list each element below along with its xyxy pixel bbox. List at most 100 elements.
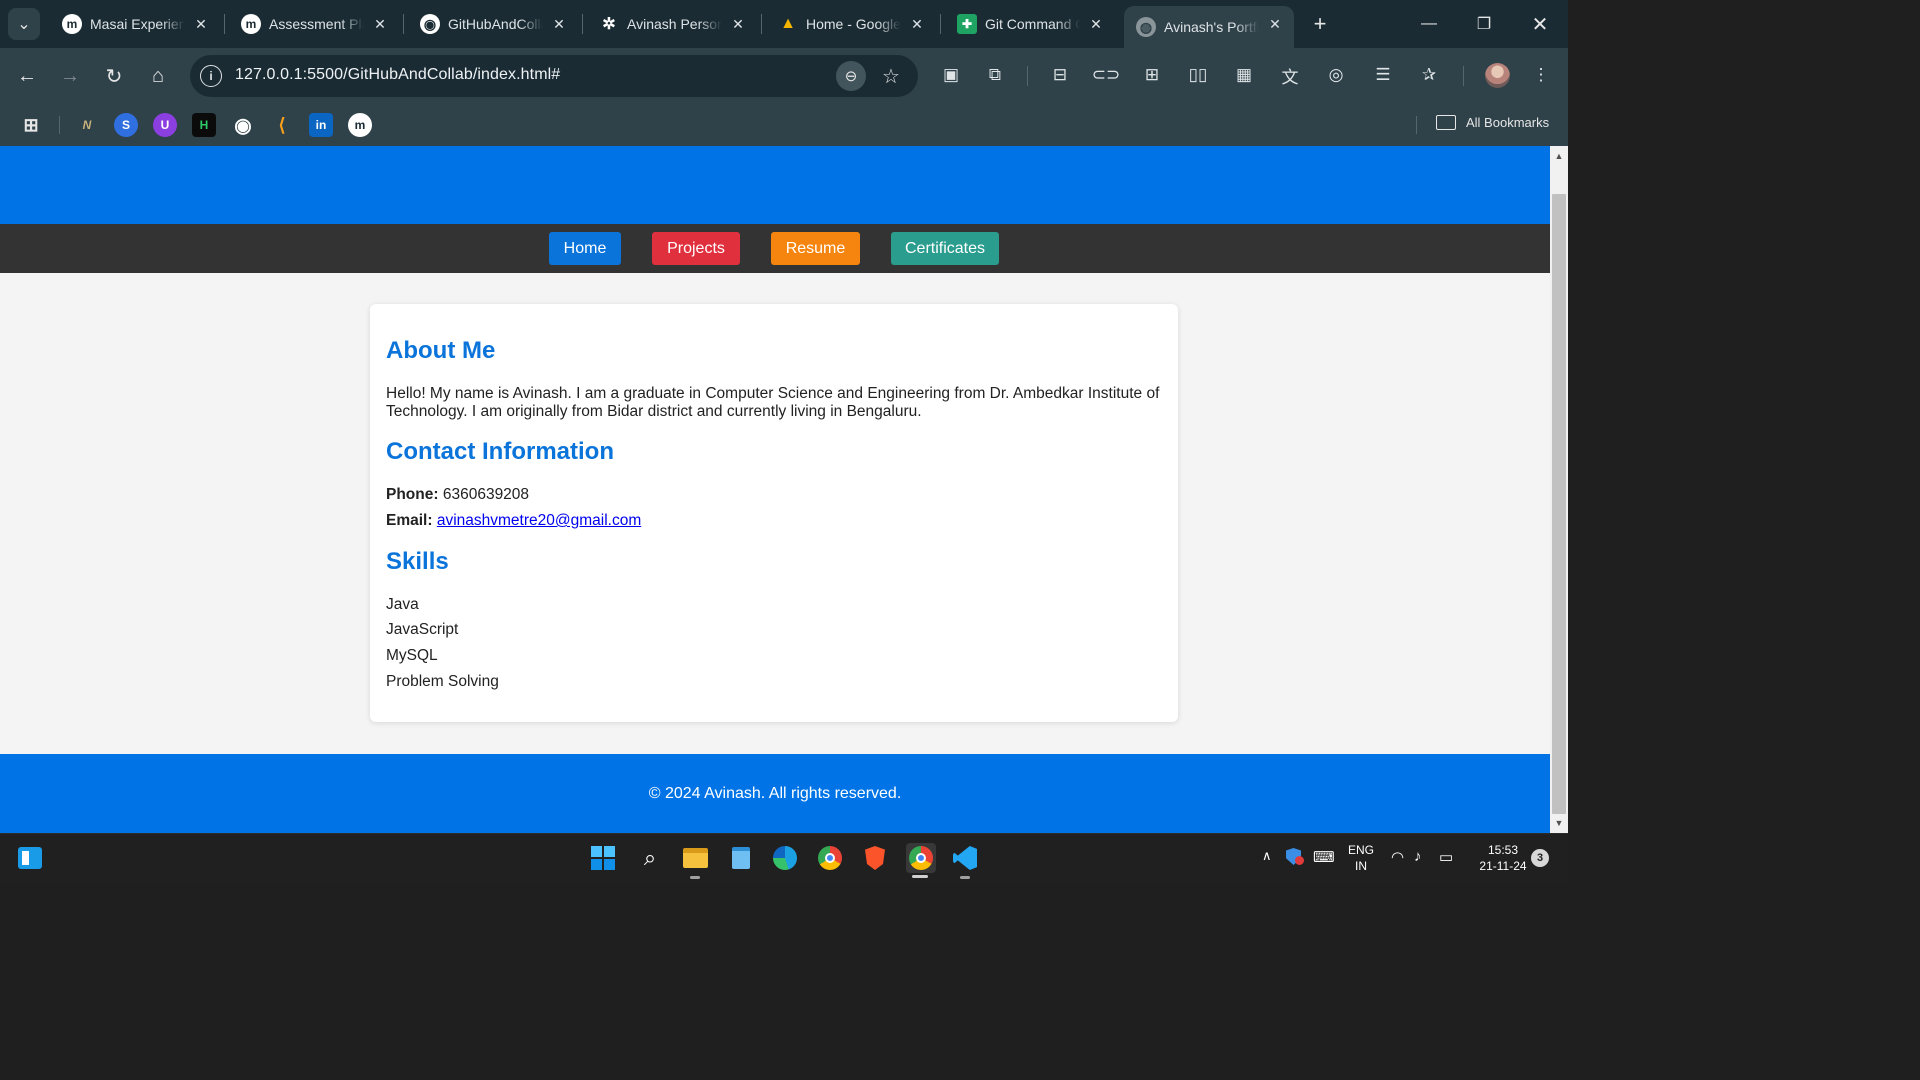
forward-button[interactable]: →: [54, 60, 86, 92]
phone-line: Phone: 6360639208: [386, 486, 529, 504]
tab-divider: [940, 14, 941, 34]
layout-icon[interactable]: ⊞: [1139, 62, 1165, 88]
windows-taskbar: ⌕ ∧ ⌨ ENG IN ◠ ♪ ▭ 15:53 21-11-24 3: [0, 833, 1568, 882]
reading-list-icon[interactable]: ☰: [1370, 62, 1396, 88]
reload-button[interactable]: ↻: [98, 60, 130, 92]
translate-icon[interactable]: 文: [1277, 62, 1303, 88]
close-icon[interactable]: ✕: [908, 15, 926, 33]
about-heading: About Me: [386, 337, 496, 364]
search-icon[interactable]: ⌕: [636, 844, 664, 872]
minimize-button[interactable]: —: [1415, 10, 1443, 38]
notification-badge[interactable]: 3: [1531, 849, 1549, 867]
widgets-icon[interactable]: [16, 844, 44, 872]
window-close-button[interactable]: ✕: [1526, 10, 1554, 38]
profile-avatar[interactable]: [1485, 63, 1510, 88]
nav-resume-button[interactable]: Resume: [771, 232, 860, 265]
email-link[interactable]: avinashvmetre20@gmail.com: [437, 512, 641, 529]
new-tab-button[interactable]: +: [1306, 10, 1334, 38]
nav-certificates-button[interactable]: Certificates: [891, 232, 999, 265]
file-explorer-icon[interactable]: [681, 844, 709, 879]
bookmark-hackerrank-icon[interactable]: H: [192, 113, 216, 137]
devices-icon[interactable]: ⊟: [1047, 62, 1073, 88]
tab[interactable]: ✲ Avinash Personal ✕: [587, 6, 757, 42]
bookmark-netlify-icon[interactable]: N: [75, 113, 99, 137]
extensions-icon[interactable]: ⧉: [982, 62, 1008, 88]
security-shield-icon[interactable]: [1286, 848, 1304, 865]
show-hidden-icons-icon[interactable]: ∧: [1262, 848, 1272, 864]
nav-projects-button[interactable]: Projects: [652, 232, 740, 265]
tab-search-button[interactable]: ⌄: [8, 8, 40, 40]
tab[interactable]: m Assessment Platform ✕: [229, 6, 399, 42]
site-info-icon[interactable]: i: [200, 65, 222, 87]
tab[interactable]: m Masai Experience ✕: [50, 6, 220, 42]
vscode-icon[interactable]: [951, 844, 979, 879]
bookmark-linkedin-icon[interactable]: in: [309, 113, 333, 137]
brave-icon[interactable]: [861, 844, 889, 872]
tab[interactable]: ▲ Home - Google Drive ✕: [766, 6, 936, 42]
home-icon: ⌂: [151, 64, 165, 87]
edge-icon[interactable]: [771, 844, 799, 872]
qr-code-icon[interactable]: ▦: [1231, 62, 1257, 88]
close-icon[interactable]: ✕: [1087, 15, 1105, 33]
url-text[interactable]: 127.0.0.1:5500/GitHubAndCollab/index.htm…: [235, 66, 560, 84]
tab-divider: [224, 14, 225, 34]
nav-home-button[interactable]: Home: [549, 232, 621, 265]
browser-toolbar: ← → ↻ ⌂ i 127.0.0.1:5500/GitHubAndCollab…: [0, 48, 1568, 104]
tab-divider: [582, 14, 583, 34]
reading-mode-icon[interactable]: ▯▯: [1185, 62, 1211, 88]
home-button[interactable]: ⌂: [142, 60, 174, 92]
bookmark-unstop-icon[interactable]: U: [153, 113, 177, 137]
reload-icon: ↻: [105, 65, 123, 88]
favorites-icon[interactable]: ✰: [1416, 62, 1442, 88]
page-scrollbar[interactable]: ▲ ▼: [1550, 146, 1568, 833]
menu-kebab-icon[interactable]: ⋮: [1528, 62, 1554, 88]
screenshot-icon[interactable]: ◎: [1323, 62, 1349, 88]
tab[interactable]: ✚ Git Command Cheat ✕: [945, 6, 1115, 42]
close-icon[interactable]: ✕: [192, 15, 210, 33]
arrow-right-icon: →: [60, 64, 80, 87]
wifi-icon[interactable]: ◠: [1391, 848, 1404, 866]
bookmark-masai-icon[interactable]: m: [348, 113, 372, 137]
running-indicator: [690, 876, 700, 879]
apps-grid-icon[interactable]: ⊞: [19, 113, 43, 137]
zoom-icon[interactable]: ⊖: [836, 61, 866, 91]
close-icon[interactable]: ✕: [550, 15, 568, 33]
close-icon[interactable]: ✕: [1266, 15, 1284, 33]
system-clock[interactable]: 15:53 21-11-24: [1478, 842, 1528, 874]
close-icon: ✕: [1531, 13, 1549, 36]
restore-button[interactable]: ❐: [1470, 10, 1498, 38]
about-text: Hello! My name is Avinash. I am a gradua…: [386, 385, 1160, 420]
tab-title: Home - Google Drive: [806, 16, 901, 32]
scroll-down-icon[interactable]: ▼: [1554, 818, 1564, 828]
scrollbar-thumb[interactable]: [1552, 194, 1566, 814]
bookmark-swiggy-icon[interactable]: S: [114, 113, 138, 137]
chrome-profile-icon[interactable]: [906, 843, 936, 878]
masai-m-icon: m: [241, 14, 261, 34]
email-line: Email: avinashvmetre20@gmail.com: [386, 512, 641, 530]
scroll-up-icon[interactable]: ▲: [1554, 151, 1564, 161]
address-bar[interactable]: i 127.0.0.1:5500/GitHubAndCollab/index.h…: [190, 55, 918, 97]
back-button[interactable]: ←: [11, 60, 43, 92]
picture-in-picture-icon[interactable]: ▣: [938, 62, 964, 88]
bookmark-github-icon[interactable]: ◉: [231, 113, 255, 137]
close-icon[interactable]: ✕: [729, 15, 747, 33]
language-indicator[interactable]: ENG IN: [1346, 842, 1376, 874]
keyboard-icon[interactable]: ⌨: [1313, 848, 1335, 866]
volume-icon[interactable]: ♪: [1414, 848, 1422, 865]
chrome-icon[interactable]: [816, 844, 844, 872]
google-sheets-icon: ✚: [957, 14, 977, 34]
start-windows-icon[interactable]: [589, 844, 617, 872]
tab-divider: [761, 14, 762, 34]
all-bookmarks-button[interactable]: All Bookmarks: [1436, 115, 1549, 130]
folder-icon: [1436, 115, 1456, 130]
toolbar-divider: [1463, 66, 1464, 86]
tab-active[interactable]: ◍ Avinash's Portfolio ✕: [1124, 6, 1294, 48]
bookmark-star-icon[interactable]: ☆: [876, 61, 906, 91]
link-icon[interactable]: ⊂⊃: [1092, 62, 1121, 88]
close-icon[interactable]: ✕: [371, 15, 389, 33]
tab[interactable]: ◉ GitHubAndCollab ✕: [408, 6, 578, 42]
notepad-icon[interactable]: [727, 844, 755, 872]
bookmark-leetcode-icon[interactable]: ⟨: [270, 113, 294, 137]
battery-icon[interactable]: ▭: [1439, 848, 1453, 866]
github-icon: ◉: [420, 14, 440, 34]
